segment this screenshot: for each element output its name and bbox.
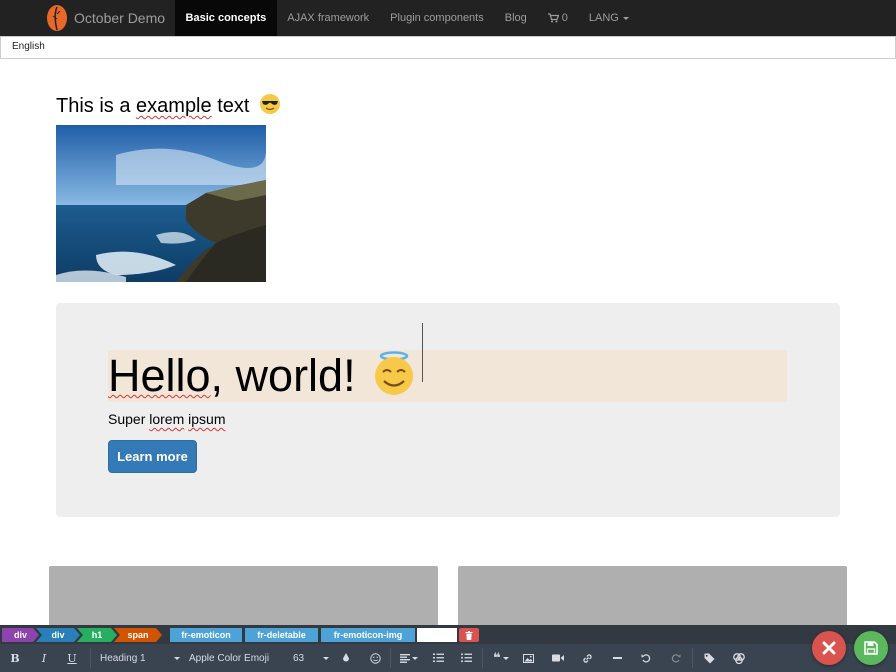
nav-basic-concepts[interactable]: Basic concepts [175, 0, 277, 36]
editor-toolbar: B I U Heading 1 Apple Color Emoji 63 ❝ [0, 644, 896, 672]
misspelled-word: example [136, 95, 212, 117]
hero-heading[interactable]: Hello, world! [108, 347, 416, 411]
lang-label: LANG [588, 12, 619, 24]
breadcrumb-h1[interactable]: h1 [77, 628, 117, 642]
align-left-icon [400, 653, 410, 663]
hero-subtext[interactable]: Super lorem ipsum [108, 411, 226, 427]
language-selected: English [12, 41, 45, 52]
delete-element-button[interactable] [459, 628, 479, 642]
paragraph-format-select[interactable]: Heading 1 [100, 644, 180, 672]
horizontal-line-button[interactable] [608, 644, 626, 672]
nav-cart[interactable]: 0 [537, 0, 578, 36]
undo-button[interactable] [637, 644, 655, 672]
undo-icon [641, 653, 651, 663]
video-camera-icon [552, 654, 564, 662]
misspelled-word: ipsum [188, 411, 226, 427]
brand-name: October Demo [74, 10, 166, 26]
bold-button[interactable]: B [6, 644, 24, 672]
redo-icon [671, 653, 681, 663]
minus-icon [612, 657, 622, 659]
top-navbar: October Demo Basic concepts AJAX framewo… [0, 0, 896, 36]
brand-link[interactable]: October Demo [0, 0, 175, 36]
title-text-pre: This is a [56, 95, 137, 117]
save-button[interactable] [854, 631, 888, 665]
title-text-post: text [211, 95, 250, 117]
underline-button[interactable]: U [63, 644, 81, 672]
class-tag-fr-emoticon[interactable]: fr-emoticon [170, 628, 242, 642]
text-color-button[interactable] [338, 644, 354, 672]
smiley-icon [369, 652, 381, 664]
unordered-list-icon [460, 653, 472, 663]
misspelled-word: Hello [108, 350, 211, 401]
toolbar-separator [390, 648, 391, 668]
font-size-select[interactable]: 63 [293, 644, 329, 672]
paragraph-format-value: Heading 1 [100, 652, 146, 664]
caret-down-icon [323, 656, 329, 660]
hero-jumbotron: Hello, world! Super lorem ipsum Learn mo… [56, 303, 840, 517]
floppy-disk-icon [864, 641, 878, 655]
breadcrumb-div-1[interactable]: div [2, 628, 39, 642]
align-dropdown-button[interactable] [398, 644, 420, 672]
october-leaf-logo-icon [46, 4, 68, 32]
toolbar-separator [90, 648, 91, 668]
quote-icon: ❝ [493, 650, 501, 665]
paint-palette-icon [733, 652, 745, 664]
example-heading[interactable]: This is a example text [56, 93, 281, 121]
font-size-value: 63 [293, 652, 305, 664]
insert-image-button[interactable] [519, 644, 537, 672]
tag-icon [704, 653, 715, 664]
cart-icon [547, 13, 559, 23]
insert-video-button[interactable] [549, 644, 567, 672]
learn-more-button[interactable]: Learn more [108, 440, 197, 473]
nav-ajax-framework[interactable]: AJAX framework [277, 0, 380, 36]
misspelled-word: lorem [149, 411, 185, 427]
hero-heading-rest: , world! [210, 350, 356, 401]
redo-button[interactable] [667, 644, 685, 672]
link-icon [582, 653, 593, 664]
cart-count: 0 [561, 12, 568, 24]
caret-down-icon [502, 656, 509, 660]
insert-link-button[interactable] [578, 644, 596, 672]
close-icon [822, 641, 836, 655]
font-family-value: Apple Color Emoji [189, 652, 269, 664]
ordered-list-icon [432, 653, 444, 663]
tags-button[interactable] [700, 644, 718, 672]
text-cursor [422, 323, 423, 382]
class-tag-fr-deletable[interactable]: fr-deletable [245, 628, 318, 642]
language-select[interactable]: English [0, 36, 896, 59]
toolbar-separator [482, 648, 483, 668]
nav-lang-dropdown[interactable]: LANG [578, 0, 639, 36]
nav-blog[interactable]: Blog [494, 0, 537, 36]
styles-button[interactable] [730, 644, 748, 672]
cancel-edit-button[interactable] [812, 631, 846, 665]
smiling-angel-emoji-icon[interactable] [372, 349, 416, 411]
hero-subtext-pre: Super [108, 411, 150, 427]
font-family-select[interactable]: Apple Color Emoji [189, 644, 281, 672]
caret-down-icon [412, 656, 418, 660]
coastline-photo[interactable] [56, 125, 266, 282]
breadcrumb-span[interactable]: span [114, 628, 162, 642]
breadcrumb-div-2[interactable]: div [36, 628, 80, 642]
italic-button[interactable]: I [35, 644, 53, 672]
quote-dropdown-button[interactable]: ❝ [489, 644, 513, 672]
unordered-list-button[interactable] [457, 644, 475, 672]
sunglasses-emoji-icon [259, 93, 281, 121]
placeholder-block-right [458, 566, 847, 626]
toolbar-separator [692, 648, 693, 668]
class-tag-fr-emoticon-img[interactable]: fr-emoticon-img [321, 628, 415, 642]
nav-plugin-components[interactable]: Plugin components [380, 0, 495, 36]
droplet-icon [342, 653, 350, 663]
add-class-input[interactable] [417, 628, 457, 642]
caret-down-icon [622, 16, 629, 20]
caret-down-icon [174, 656, 180, 660]
trash-icon [465, 630, 473, 640]
image-icon [522, 653, 534, 663]
element-path-bar: div div h1 span fr-emoticon fr-deletable… [0, 625, 896, 644]
ordered-list-button[interactable] [429, 644, 447, 672]
emoticons-button[interactable] [366, 644, 384, 672]
placeholder-block-left [49, 566, 438, 626]
